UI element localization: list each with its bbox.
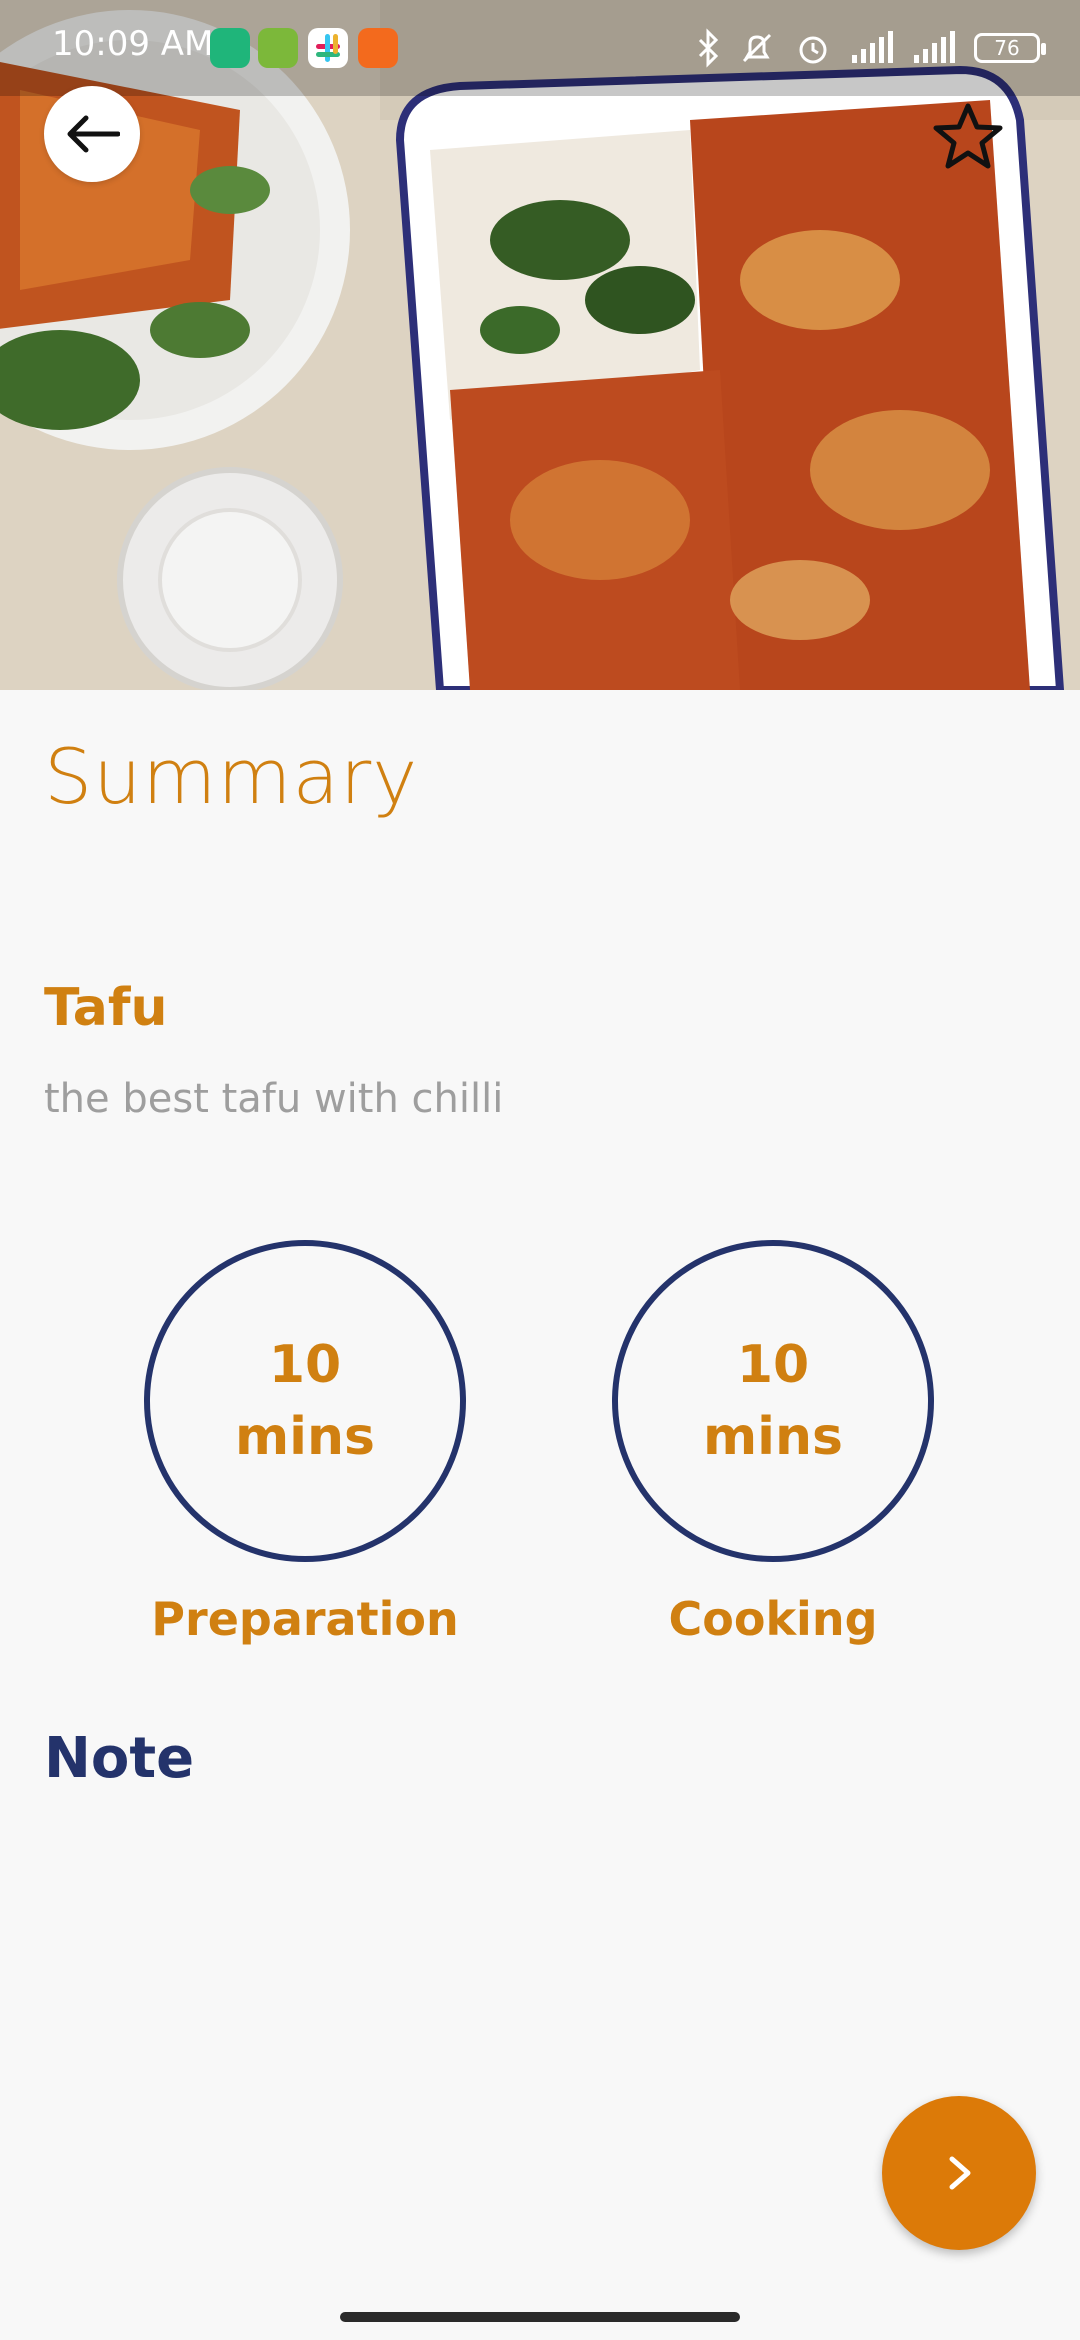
cooking-time-circle: 10 mins [612, 1240, 934, 1562]
recipe-name: Tafu [44, 978, 168, 1038]
preparation-time-unit: mins [235, 1407, 375, 1467]
next-button[interactable] [882, 2096, 1036, 2250]
status-time: 10:09 AM [52, 24, 214, 64]
favorite-button[interactable] [928, 96, 1008, 176]
cooking-label: Cooking [668, 1592, 878, 1646]
alarm-icon [799, 36, 827, 64]
preparation-time-circle: 10 mins [144, 1240, 466, 1562]
mute-icon [742, 33, 772, 63]
signal-icon [914, 31, 955, 63]
cooking-time-value: 10 [736, 1335, 810, 1395]
battery-icon: 76 [974, 33, 1046, 63]
preparation-label: Preparation [151, 1592, 459, 1646]
bluetooth-icon [698, 28, 719, 68]
star-outline-icon [933, 103, 1003, 169]
chevron-right-icon [949, 2156, 971, 2190]
cooking-time-card: 10 mins Cooking [608, 1240, 938, 1646]
mi-icon [358, 28, 398, 68]
recipe-description: the best tafu with chilli [44, 1076, 504, 1122]
home-indicator[interactable] [340, 2312, 740, 2322]
shield-app-icon [210, 28, 250, 68]
preparation-time-value: 10 [268, 1335, 342, 1395]
status-bar: 10:09 AM 76 [0, 0, 1080, 96]
slack-icon [308, 28, 348, 68]
arrow-left-icon [67, 115, 120, 153]
cooking-time-unit: mins [703, 1407, 843, 1467]
lasagna-photo-illustration [0, 0, 1080, 690]
signal-icon [852, 31, 893, 63]
status-system-icons: 76 [696, 24, 1046, 72]
bug-app-icon [258, 28, 298, 68]
back-button[interactable] [44, 86, 140, 182]
page-title: Summary [44, 732, 419, 821]
battery-level: 76 [994, 36, 1020, 60]
note-heading: Note [44, 1726, 195, 1791]
preparation-time-card: 10 mins Preparation [140, 1240, 470, 1646]
hero-image [0, 0, 1080, 690]
